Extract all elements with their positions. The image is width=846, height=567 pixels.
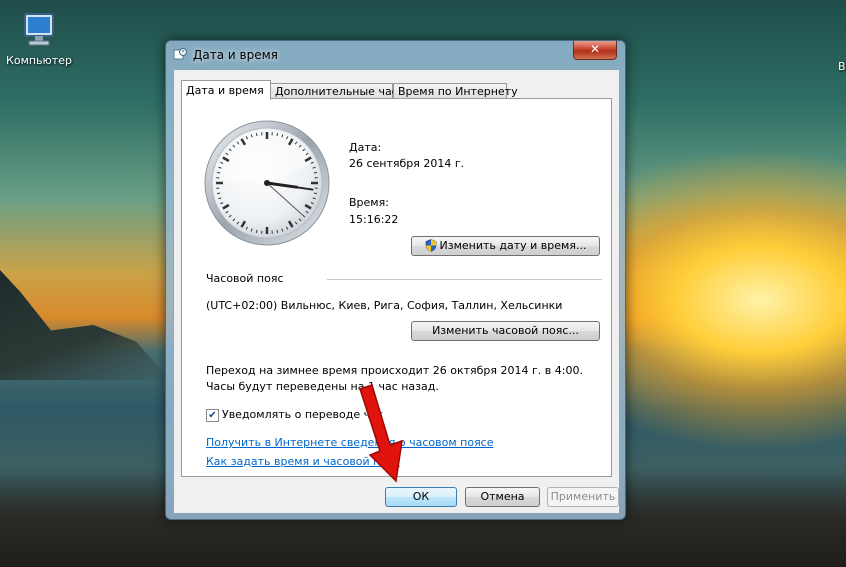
change-date-time-label: Изменить дату и время... — [439, 239, 587, 252]
clock-minute-tick — [313, 192, 317, 195]
time-value: 15:16:22 — [349, 213, 399, 226]
close-button[interactable]: ✕ — [573, 41, 617, 60]
cancel-button[interactable]: Отмена — [465, 487, 540, 507]
timezone-value: (UTC+02:00) Вильнюс, Киев, Рига, София, … — [206, 299, 563, 312]
time-label: Время: — [349, 196, 389, 209]
clock-minute-tick — [217, 192, 221, 195]
clock-minute-tick — [255, 133, 258, 137]
apply-button[interactable]: Применить — [547, 487, 619, 507]
timezone-section-title: Часовой пояс — [206, 272, 284, 285]
clock-minute-tick — [276, 229, 279, 233]
clock-minute-tick — [255, 229, 258, 233]
desktop-icon-label-partial[interactable]: В — [838, 60, 846, 73]
change-date-time-button[interactable]: Изменить дату и время... — [411, 236, 600, 256]
title-bar[interactable]: Дата и время ✕ — [166, 41, 625, 69]
ok-button[interactable]: ОК — [385, 487, 457, 507]
computer-icon — [24, 13, 54, 46]
tab-date-time[interactable]: Дата и время — [181, 80, 271, 100]
clock-minute-tick — [313, 171, 317, 174]
window-title: Дата и время — [193, 48, 278, 62]
annotation-arrow — [359, 384, 403, 483]
date-time-app-icon — [173, 48, 187, 60]
date-label: Дата: — [349, 141, 382, 154]
wallpaper-rocks — [0, 270, 170, 380]
clock-minute-tick — [276, 133, 279, 137]
desktop-icon-computer[interactable]: Компьютер — [4, 10, 74, 67]
date-value: 26 сентября 2014 г. — [349, 157, 465, 170]
uac-shield-icon — [425, 238, 436, 252]
change-timezone-button[interactable]: Изменить часовой пояс... — [411, 321, 600, 341]
timezone-online-info-link[interactable]: Получить в Интернете сведения о часовом … — [206, 436, 494, 449]
close-icon: ✕ — [589, 42, 601, 56]
analog-clock — [204, 120, 330, 246]
desktop-icon-label: Компьютер — [6, 54, 72, 67]
clock-minute-tick — [217, 171, 221, 174]
timezone-divider — [327, 279, 602, 280]
notify-dst-checkbox[interactable]: ✔ — [206, 409, 219, 422]
